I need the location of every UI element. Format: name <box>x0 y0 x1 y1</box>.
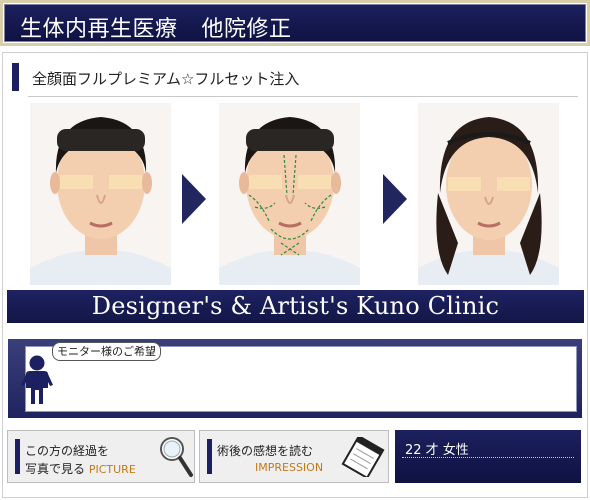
button-marker <box>207 439 212 474</box>
progress-photos-button[interactable]: この方の経過を 写真で見る PICTURE <box>7 430 195 483</box>
wish-label: モニター様のご希望 <box>52 342 161 361</box>
person-icon <box>21 355 53 404</box>
case-subheading: 全顔面フルプレミアム☆フルセット注入 <box>32 70 300 88</box>
clinic-name: Designer's & Artist's Kuno Clinic <box>91 292 500 320</box>
progress-line1: この方の経過を <box>25 444 110 458</box>
notepad-icon <box>341 437 385 477</box>
info-divider <box>402 457 574 458</box>
progress-en-label: PICTURE <box>88 463 136 476</box>
face-before-image <box>30 103 171 285</box>
arrow-right-icon <box>182 174 206 224</box>
photo-design[interactable] <box>219 103 360 285</box>
progress-line2-text: 写真で見る <box>25 462 86 476</box>
title-sub: 他院修正 <box>201 17 292 42</box>
impression-button[interactable]: 術後の感想を読む IMPRESSION <box>199 430 389 483</box>
magnifier-icon <box>160 437 193 477</box>
impression-line2: IMPRESSION <box>255 460 323 474</box>
arrow-right-icon <box>383 174 407 224</box>
photo-after[interactable] <box>418 103 559 285</box>
face-after-image <box>418 103 559 285</box>
page-header: 生体内再生医療 他院修正 <box>0 0 590 46</box>
subheading-divider <box>28 96 578 97</box>
impression-en-label: IMPRESSION <box>255 461 324 474</box>
clinic-banner: Designer's & Artist's Kuno Clinic <box>7 290 584 323</box>
photo-before[interactable] <box>30 103 171 285</box>
title-main: 生体内再生医療 <box>20 17 178 42</box>
button-marker <box>15 439 20 474</box>
page-title: 生体内再生医療 他院修正 <box>20 11 292 43</box>
progress-line2: 写真で見る PICTURE <box>25 460 136 477</box>
patient-info-panel: 22 才 女性 <box>395 430 581 483</box>
header-panel: 生体内再生医療 他院修正 <box>3 3 587 43</box>
face-design-image <box>219 103 360 285</box>
patient-info: 22 才 女性 <box>405 443 469 458</box>
impression-line1: 術後の感想を読む <box>217 444 314 458</box>
subheading-marker <box>12 63 19 91</box>
